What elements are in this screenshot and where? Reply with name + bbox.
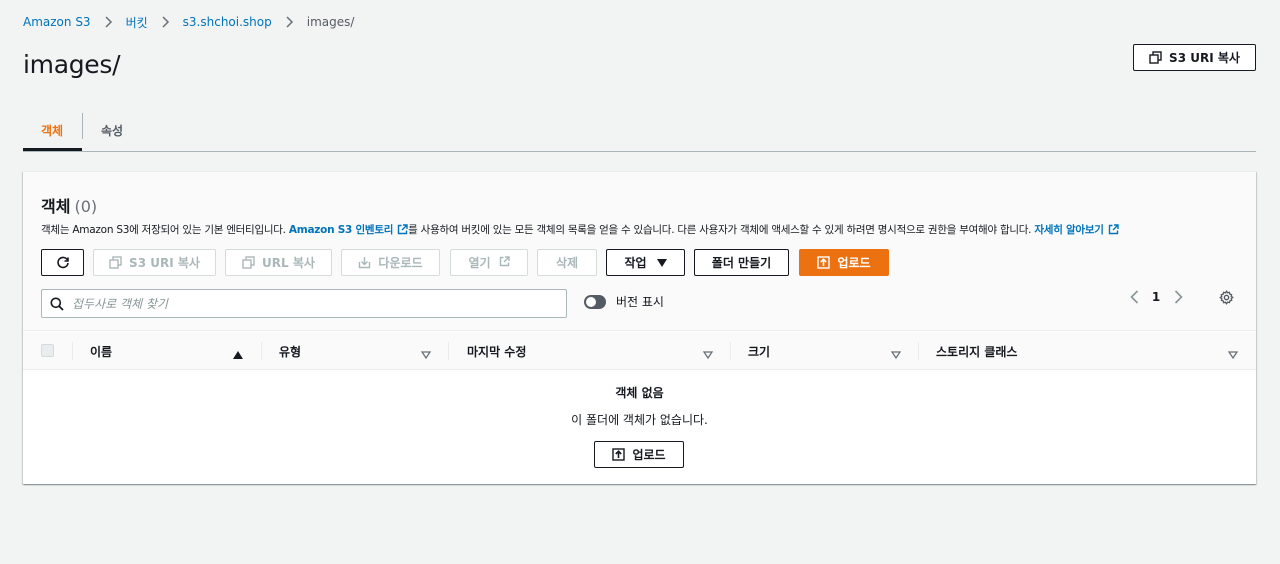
external-link-icon — [499, 255, 510, 270]
sort-icon[interactable] — [420, 345, 432, 364]
description-text-2: 를 사용하여 버킷에 있는 모든 객체의 목록을 얻을 수 있습니다. 다른 사… — [408, 224, 1035, 236]
sort-icon[interactable] — [890, 345, 902, 364]
objects-title-text: 객체 — [41, 197, 71, 216]
open-label: 열기 — [468, 256, 491, 270]
show-versions-control: 버전 표시 — [584, 293, 664, 310]
open-button[interactable]: 열기 — [450, 249, 528, 276]
objects-table-header: 이름 유형 마지막 수정 크기 스토리지 클래스 — [23, 332, 1256, 370]
tab-objects[interactable]: 객체 — [41, 110, 63, 151]
prefix-search-input[interactable] — [72, 296, 552, 311]
download-label: 다운로드 — [378, 256, 423, 270]
breadcrumb-current-folder: images/ — [306, 15, 355, 29]
tab-properties[interactable]: 속성 — [101, 110, 123, 151]
column-divider — [918, 342, 919, 360]
current-page-number[interactable]: 1 — [1149, 290, 1163, 304]
preferences-button[interactable] — [1219, 290, 1234, 309]
column-divider — [261, 342, 262, 360]
create-folder-button[interactable]: 폴더 만들기 — [694, 249, 789, 276]
caret-down-icon — [656, 258, 667, 267]
empty-state-upload-label: 업로드 — [632, 448, 666, 462]
next-page-button[interactable] — [1167, 290, 1189, 304]
copy-url-button[interactable]: URL 복사 — [225, 249, 332, 276]
copy-icon — [242, 256, 255, 269]
actions-dropdown[interactable]: 작업 — [606, 249, 685, 276]
objects-panel-title: 객체 (0) — [41, 193, 97, 217]
copy-url-label: URL 복사 — [262, 256, 315, 270]
chevron-right-icon — [1174, 290, 1183, 304]
column-name[interactable]: 이름 — [90, 332, 112, 370]
refresh-button[interactable] — [41, 249, 84, 276]
external-link-icon — [397, 224, 408, 238]
search-icon — [50, 297, 72, 311]
delete-label: 삭제 — [555, 256, 579, 270]
column-type[interactable]: 유형 — [279, 332, 301, 370]
tab-divider — [82, 113, 83, 139]
chevron-right-icon — [161, 16, 170, 28]
breadcrumb-buckets[interactable]: 버킷 — [126, 14, 148, 31]
chevron-left-icon — [1129, 290, 1138, 304]
learn-more-label: 자세히 알아보기 — [1034, 224, 1104, 236]
sort-ascending-icon[interactable] — [233, 345, 243, 364]
active-tab-underline — [23, 148, 82, 151]
chevron-right-icon — [104, 16, 113, 28]
delete-button[interactable]: 삭제 — [537, 249, 597, 276]
page-title: images/ — [23, 50, 121, 79]
column-size[interactable]: 크기 — [748, 332, 770, 370]
objects-panel: 객체 (0) 객체는 Amazon S3에 저장되어 있는 기본 엔터티입니다. … — [23, 171, 1256, 484]
refresh-icon — [56, 256, 70, 270]
upload-button[interactable]: 업로드 — [799, 249, 889, 276]
pagination: 1 — [1123, 290, 1189, 304]
copy-s3-uri-button[interactable]: S3 URI 복사 — [93, 249, 216, 276]
empty-state-title: 객체 없음 — [615, 386, 664, 400]
copy-icon — [1149, 51, 1162, 64]
sort-icon[interactable] — [702, 345, 714, 364]
breadcrumb: Amazon S3 버킷 s3.shchoi.shop images/ — [23, 13, 354, 31]
external-link-icon — [1108, 224, 1119, 238]
empty-state-upload-button[interactable]: 업로드 — [594, 441, 684, 468]
inventory-link-label: Amazon S3 인벤토리 — [288, 224, 394, 236]
column-divider — [72, 342, 73, 360]
column-storage-class[interactable]: 스토리지 클래스 — [936, 332, 1017, 370]
gear-icon — [1219, 290, 1234, 305]
breadcrumb-amazon-s3[interactable]: Amazon S3 — [23, 15, 91, 29]
actions-label: 작업 — [624, 256, 647, 270]
copy-icon — [109, 256, 122, 269]
inventory-link[interactable]: Amazon S3 인벤토리 — [289, 224, 408, 236]
copy-s3-uri-header-button[interactable]: S3 URI 복사 — [1133, 44, 1256, 71]
sort-icon[interactable] — [1227, 345, 1239, 364]
prefix-search-box[interactable] — [41, 289, 567, 318]
upload-icon — [817, 256, 831, 269]
download-icon — [358, 256, 371, 269]
previous-page-button[interactable] — [1123, 290, 1145, 304]
upload-icon — [612, 448, 626, 461]
description-text-1: 객체는 Amazon S3에 저장되어 있는 기본 엔터티입니다. — [41, 224, 289, 236]
chevron-right-icon — [285, 16, 294, 28]
copy-s3-uri-header-label: S3 URI 복사 — [1169, 51, 1240, 65]
objects-panel-header: 객체 (0) 객체는 Amazon S3에 저장되어 있는 기본 엔터티입니다. … — [23, 172, 1256, 331]
objects-description: 객체는 Amazon S3에 저장되어 있는 기본 엔터티입니다. Amazon… — [41, 222, 1119, 238]
objects-count: (0) — [74, 197, 98, 216]
upload-label: 업로드 — [837, 256, 871, 270]
column-divider — [730, 342, 731, 360]
download-button[interactable]: 다운로드 — [341, 249, 440, 276]
learn-more-link[interactable]: 자세히 알아보기 — [1034, 224, 1119, 238]
tab-bar: 객체 속성 — [23, 110, 1256, 152]
select-all-checkbox[interactable] — [41, 344, 54, 357]
create-folder-label: 폴더 만들기 — [711, 256, 772, 270]
column-last-modified[interactable]: 마지막 수정 — [467, 332, 526, 370]
copy-s3-uri-label: S3 URI 복사 — [129, 256, 200, 270]
show-versions-label: 버전 표시 — [616, 295, 664, 309]
empty-state-description: 이 폴더에 객체가 없습니다. — [571, 413, 708, 427]
breadcrumb-bucket-name[interactable]: s3.shchoi.shop — [183, 15, 272, 29]
show-versions-toggle[interactable] — [584, 294, 606, 309]
column-divider — [448, 342, 449, 360]
